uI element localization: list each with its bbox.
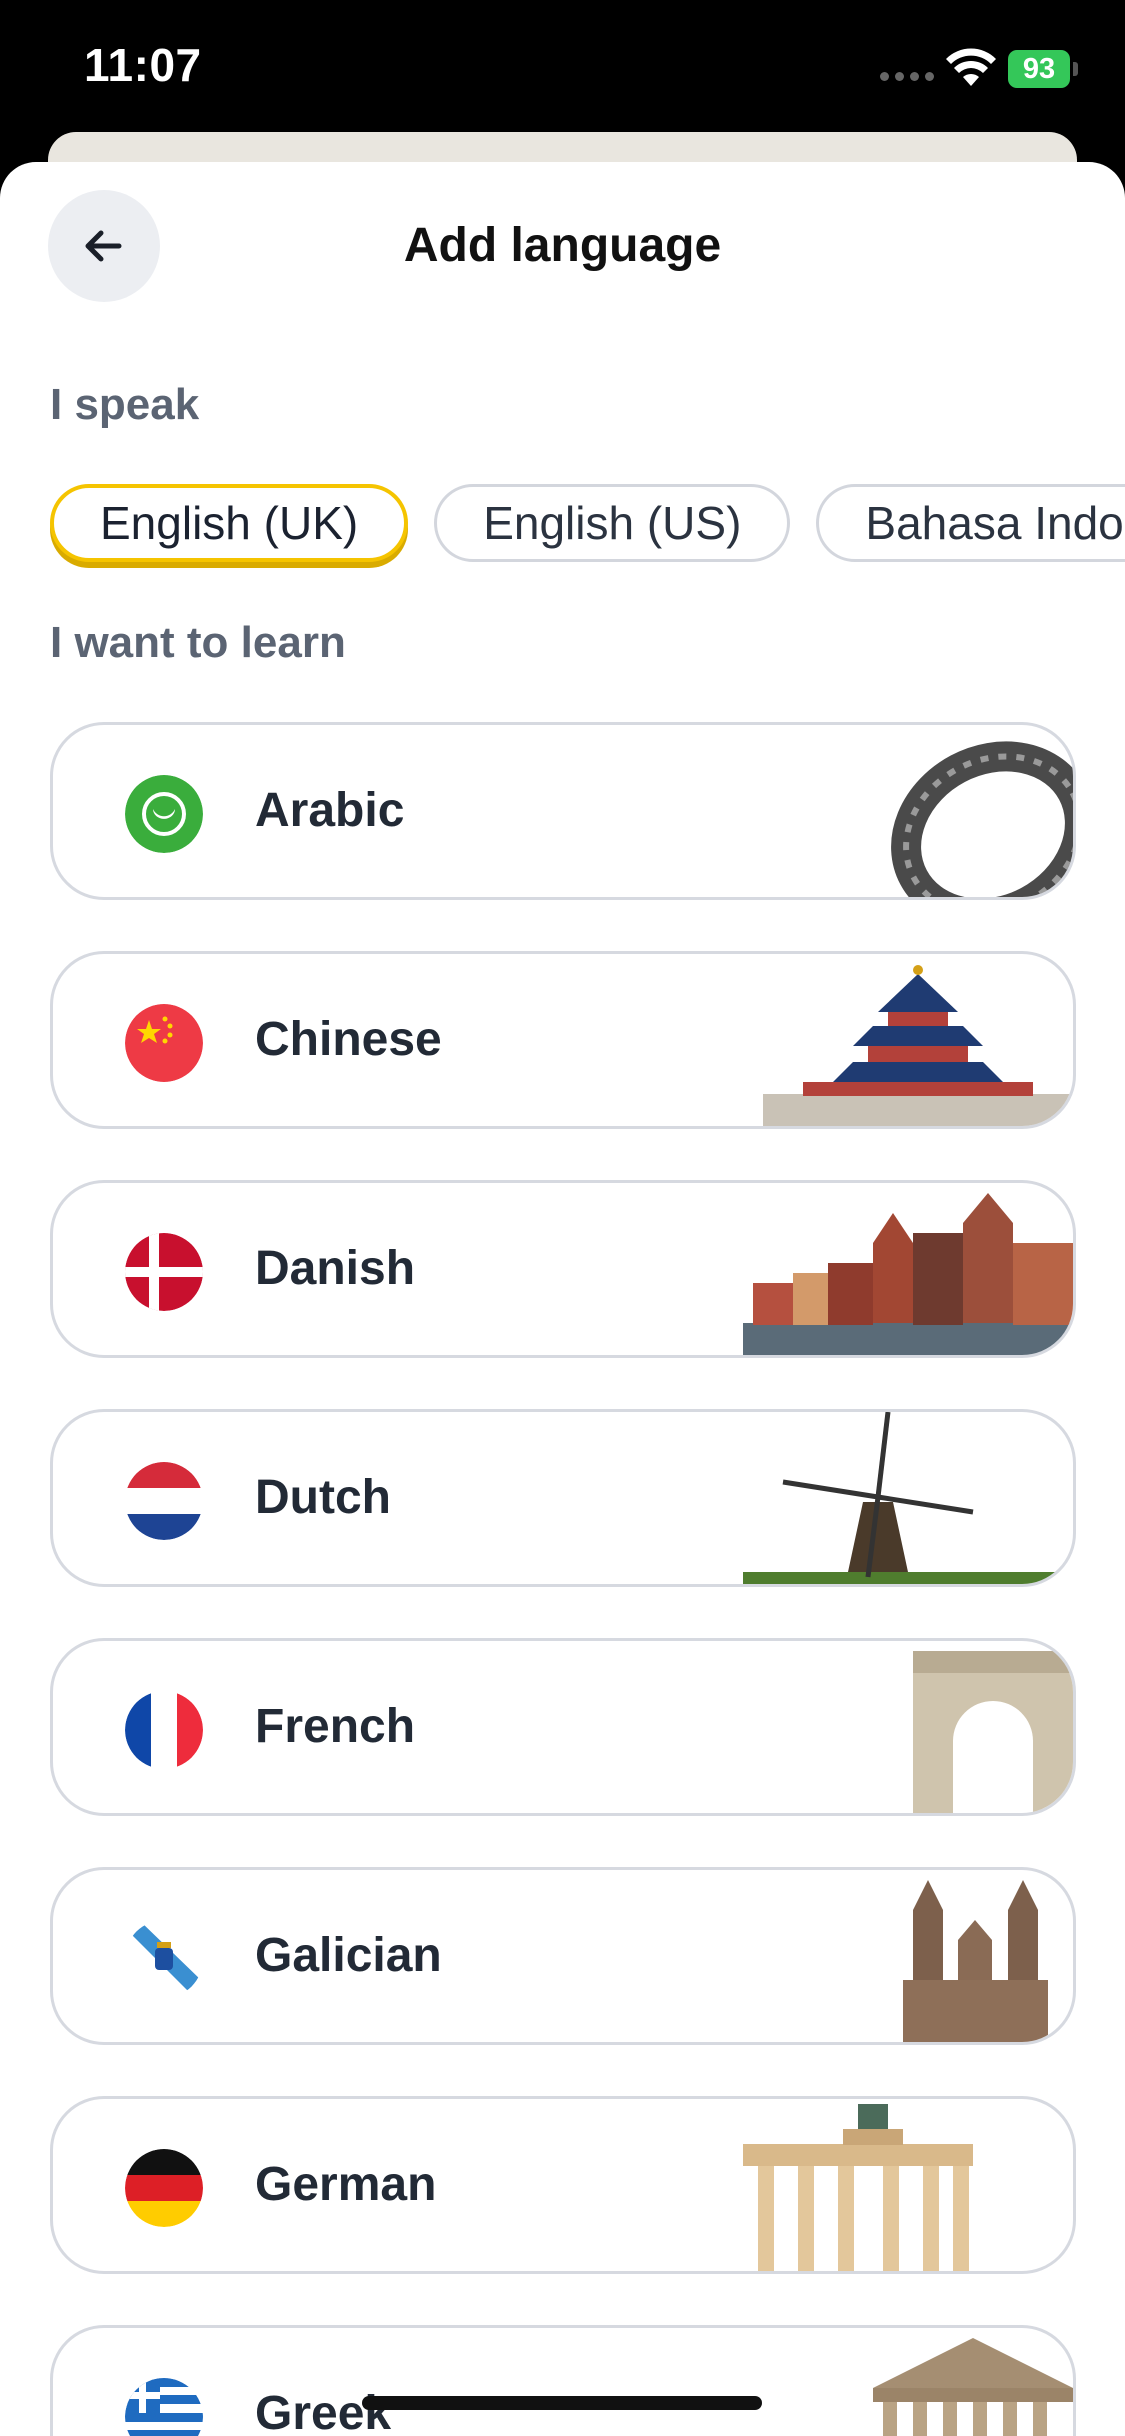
wifi-icon [946, 48, 996, 86]
parthenon-image [873, 2338, 1073, 2436]
arabic-flag-icon [125, 775, 203, 853]
battery-icon: 93 [1008, 50, 1078, 88]
add-language-sheet: Add language I speak English (UK) Englis… [0, 162, 1125, 2436]
language-name: Chinese [255, 1013, 442, 1066]
i-speak-label: I speak [50, 380, 200, 429]
language-name: Greek [255, 2387, 392, 2436]
language-card-chinese[interactable]: Chinese [50, 951, 1076, 1129]
chip-english-us[interactable]: English (US) [434, 484, 791, 562]
language-card-french[interactable]: French [50, 1638, 1076, 1816]
chip-english-uk[interactable]: English (UK) [50, 484, 409, 562]
ring-landmark-image [891, 741, 1073, 897]
speak-language-chips: English (UK) English (US) Bahasa Indo [50, 484, 1125, 562]
language-list: Arabic Chinese Danish Dutch French Galic… [50, 722, 1076, 2436]
language-card-greek[interactable]: Greek [50, 2325, 1076, 2436]
battery-level: 93 [1008, 50, 1070, 88]
i-want-to-learn-label: I want to learn [50, 618, 346, 667]
greece-flag-icon [125, 2378, 203, 2436]
language-name: Dutch [255, 1471, 391, 1524]
language-card-danish[interactable]: Danish [50, 1180, 1076, 1358]
chip-bahasa-indonesia[interactable]: Bahasa Indo [816, 484, 1125, 562]
language-name: French [255, 1700, 416, 1753]
galicia-flag-icon [125, 1920, 203, 1998]
language-card-arabic[interactable]: Arabic [50, 722, 1076, 900]
language-name: Danish [255, 1242, 416, 1295]
page-title: Add language [403, 219, 722, 272]
language-card-german[interactable]: German [50, 2096, 1076, 2274]
brandenburg-gate-image [743, 2104, 973, 2271]
arc-de-triomphe-image [913, 1651, 1073, 1813]
germany-flag-icon [125, 2149, 203, 2227]
home-indicator[interactable] [362, 2396, 762, 2410]
france-flag-icon [125, 1691, 203, 1769]
language-name: German [255, 2158, 437, 2211]
status-bar: 11:07 93 [0, 0, 1125, 140]
netherlands-flag-icon [125, 1462, 203, 1540]
santiago-cathedral-image [903, 1880, 1048, 2042]
language-card-galician[interactable]: Galician [50, 1867, 1076, 2045]
language-card-dutch[interactable]: Dutch [50, 1409, 1076, 1587]
denmark-flag-icon [125, 1233, 203, 1311]
status-time: 11:07 [84, 39, 202, 91]
cellular-signal-icon [880, 72, 934, 81]
windmill-image [743, 1412, 1073, 1584]
language-name: Galician [255, 1929, 442, 1982]
china-flag-icon [125, 1004, 203, 1082]
temple-of-heaven-image [763, 965, 1073, 1126]
copenhagen-buildings-image [743, 1193, 1073, 1355]
language-name: Arabic [255, 784, 405, 837]
